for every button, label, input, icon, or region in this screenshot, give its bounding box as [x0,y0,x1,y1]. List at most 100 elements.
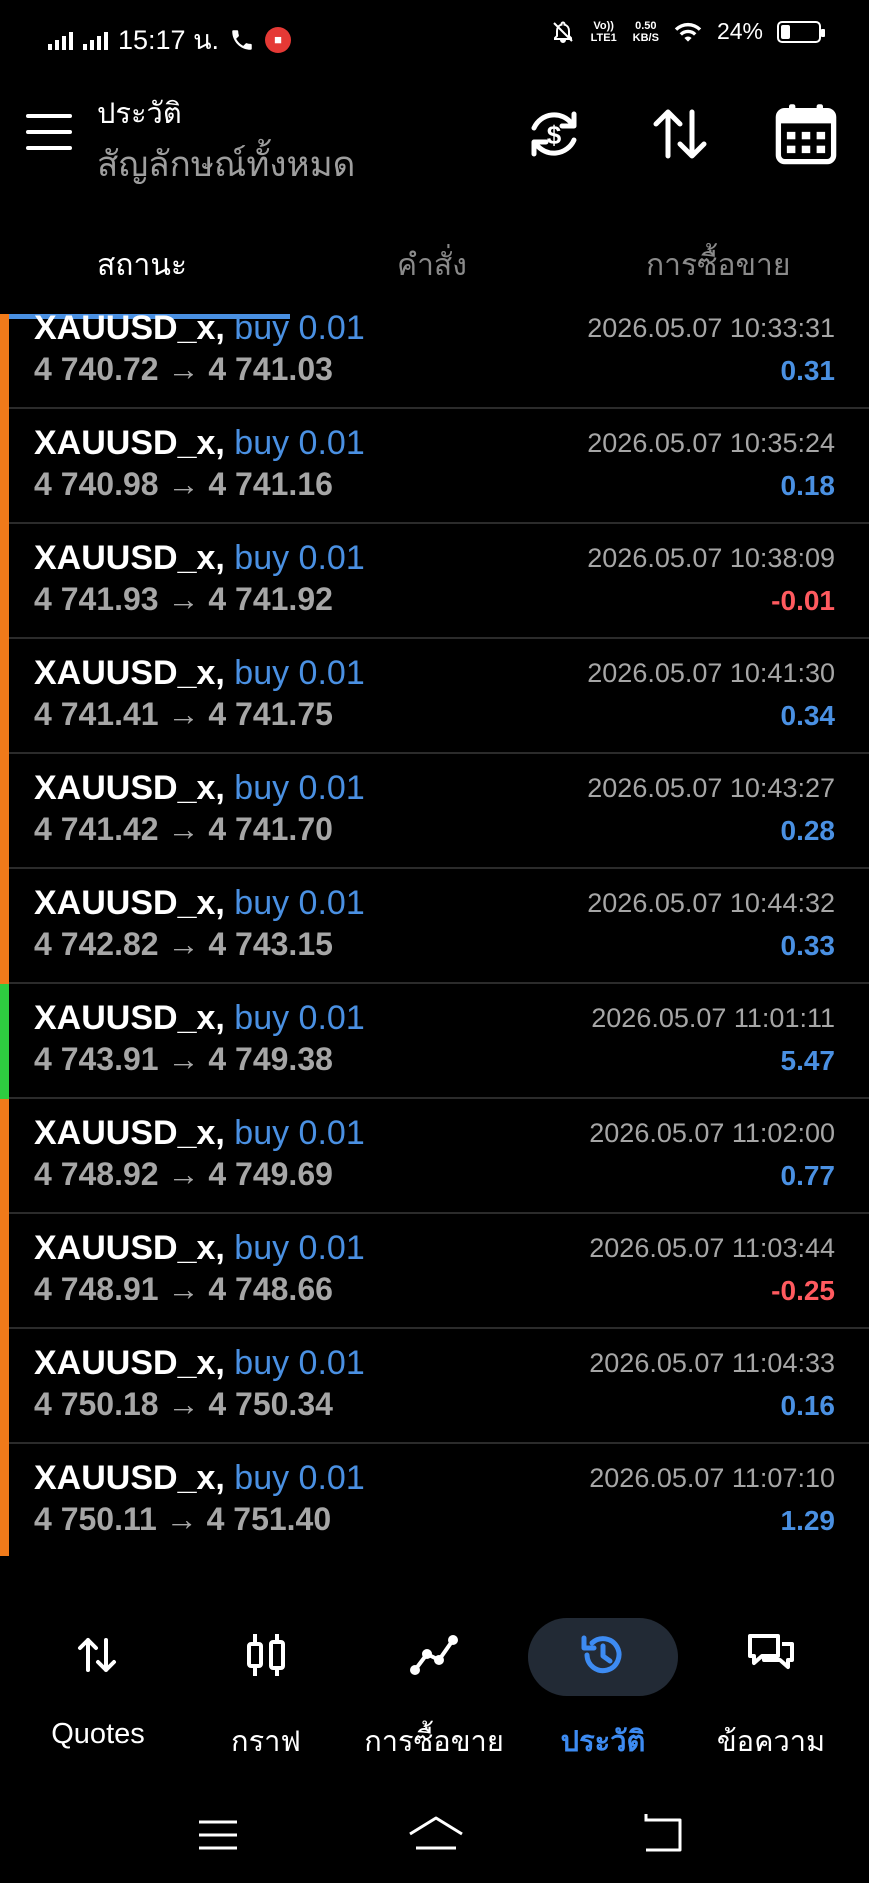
wifi-icon [674,22,702,42]
status-color-bar [0,984,9,1099]
messages-icon [748,1634,794,1669]
trade-row[interactable]: XAUUSD_x, buy 0.01 4 741.93 → 4 741.92 202… [0,524,869,639]
arrow-icon: → [167,1156,200,1192]
calendar-icon[interactable] [772,100,840,168]
trade-row[interactable]: XAUUSD_x, buy 0.01 4 743.91 → 4 749.38 202… [0,984,869,1099]
trade-row[interactable]: XAUUSD_x, buy 0.01 4 741.42 → 4 741.70 202… [0,754,869,869]
trade-prices: 4 740.98 → 4 741.16 [34,466,333,503]
symbol-filter[interactable]: สัญลักษณ์ทั้งหมด [97,137,355,192]
trade-side-volume: buy 0.01 [234,424,365,462]
trade-row[interactable]: XAUUSD_x, buy 0.01 4 740.72 → 4 741.03 202… [0,314,869,409]
trade-side-volume: buy 0.01 [234,539,365,577]
trade-time: 2026.05.07 10:44:32 [587,888,835,918]
trade-profit: 1.29 [780,1505,836,1536]
trade-profit: 0.16 [780,1390,836,1421]
open-price: 4 742.82 [34,926,159,962]
close-price: 4 741.70 [208,811,333,847]
status-bar: 15:17 น. ■ Vo)) LTE1 0.50 KB/S 24% [0,0,869,72]
status-color-bar [0,409,9,524]
trade-symbol: XAUUSD_x, buy 0.01 [34,654,365,693]
trade-row[interactable]: XAUUSD_x, buy 0.01 4 742.82 → 4 743.15 202… [0,869,869,984]
trade-profit: 0.18 [780,470,836,501]
trade-profit: 0.28 [780,815,836,846]
recorder-icon: ■ [265,26,292,53]
trade-prices: 4 750.11 → 4 751.40 [34,1501,331,1538]
trade-side-volume: buy 0.01 [234,1459,365,1497]
trade-prices: 4 741.42 → 4 741.70 [34,811,333,848]
symbol-name: XAUUSD_x, [34,1229,225,1267]
trade-row[interactable]: XAUUSD_x, buy 0.01 4 748.91 → 4 748.66 202… [0,1214,869,1329]
nav-trade-label: การซื้อขาย [364,1726,504,1758]
nav-messages[interactable]: ข้อความ [686,1588,856,1758]
recent-apps-icon[interactable] [193,1810,243,1860]
arrow-icon: → [167,1041,200,1077]
trade-symbol: XAUUSD_x, buy 0.01 [34,1459,365,1498]
app-header: ประวัติ สัญลักษณ์ทั้งหมด $ [0,72,869,222]
battery-icon [777,20,825,43]
close-price: 4 741.75 [208,696,333,732]
trade-icon [410,1635,458,1675]
symbol-name: XAUUSD_x, [34,1344,225,1382]
trade-profit: 0.33 [780,930,836,961]
trade-profit: 5.47 [780,1045,836,1076]
symbol-name: XAUUSD_x, [34,539,225,577]
trade-prices: 4 750.18 → 4 750.34 [34,1386,333,1423]
signal-2-icon [83,30,108,50]
sort-icon[interactable] [648,102,712,166]
trade-time: 2026.05.07 11:01:11 [591,1003,835,1033]
trade-row[interactable]: XAUUSD_x, buy 0.01 4 748.92 → 4 749.69 202… [0,1099,869,1214]
open-price: 4 748.91 [34,1271,159,1307]
nav-history-label: ประวัติ [560,1726,646,1758]
back-icon[interactable] [638,1810,688,1860]
open-price: 4 748.92 [34,1156,159,1192]
volte-indicator: Vo)) LTE1 [590,19,617,44]
trade-symbol: XAUUSD_x, buy 0.01 [34,314,365,348]
symbol-name: XAUUSD_x, [34,1459,225,1497]
tab-deals[interactable]: การซื้อขาย [646,242,790,289]
close-price: 4 741.92 [208,581,333,617]
symbol-name: XAUUSD_x, [34,884,225,922]
trade-prices: 4 742.82 → 4 743.15 [34,926,333,963]
home-icon[interactable] [406,1810,466,1860]
status-time: 15:17 น. [118,25,220,55]
nav-chart[interactable]: กราฟ [181,1588,351,1758]
page-title: ประวัติ [97,98,182,130]
nav-quotes-label: Quotes [51,1718,145,1750]
nav-history[interactable]: ประวัติ [518,1588,688,1758]
trade-time: 2026.05.07 11:07:10 [589,1463,835,1493]
trade-profit: 0.31 [780,355,836,386]
chart-icon [247,1634,285,1676]
trade-time: 2026.05.07 10:35:24 [587,428,835,458]
trade-time: 2026.05.07 11:02:00 [589,1118,835,1148]
data-rate-value: 0.50 [635,19,657,32]
symbol-name: XAUUSD_x, [34,1114,225,1152]
trade-side-volume: buy 0.01 [234,314,365,347]
close-price: 4 741.03 [208,351,333,387]
arrow-icon: → [167,1271,200,1307]
trade-profit: 0.77 [780,1160,836,1191]
status-color-bar [0,524,9,639]
trade-row[interactable]: XAUUSD_x, buy 0.01 4 741.41 → 4 741.75 202… [0,639,869,754]
trade-row[interactable]: XAUUSD_x, buy 0.01 4 750.18 → 4 750.34 202… [0,1329,869,1444]
tab-orders[interactable]: คำสั่ง [397,242,467,289]
trade-row[interactable]: XAUUSD_x, buy 0.01 4 750.11 → 4 751.40 202… [0,1444,869,1556]
nav-trade[interactable]: การซื้อขาย [349,1588,519,1758]
trade-profit: -0.01 [771,585,835,616]
status-color-bar [0,754,9,869]
trade-row[interactable]: XAUUSD_x, buy 0.01 4 740.98 → 4 741.16 202… [0,409,869,524]
trade-symbol: XAUUSD_x, buy 0.01 [34,1344,365,1383]
trade-prices: 4 741.41 → 4 741.75 [34,696,333,733]
symbol-name: XAUUSD_x, [34,654,225,692]
status-color-bar [0,1214,9,1329]
currency-sync-icon[interactable]: $ [522,102,586,166]
open-price: 4 740.72 [34,351,159,387]
menu-icon[interactable] [26,114,72,150]
close-price: 4 743.15 [208,926,333,962]
nav-quotes[interactable]: Quotes [13,1588,183,1750]
trade-prices: 4 748.92 → 4 749.69 [34,1156,333,1193]
status-bar-left: 15:17 น. ■ [48,18,292,61]
status-color-bar [0,1444,9,1556]
open-price: 4 741.93 [34,581,159,617]
tab-positions[interactable]: สถานะ [97,242,187,289]
arrow-icon: → [165,1501,198,1537]
